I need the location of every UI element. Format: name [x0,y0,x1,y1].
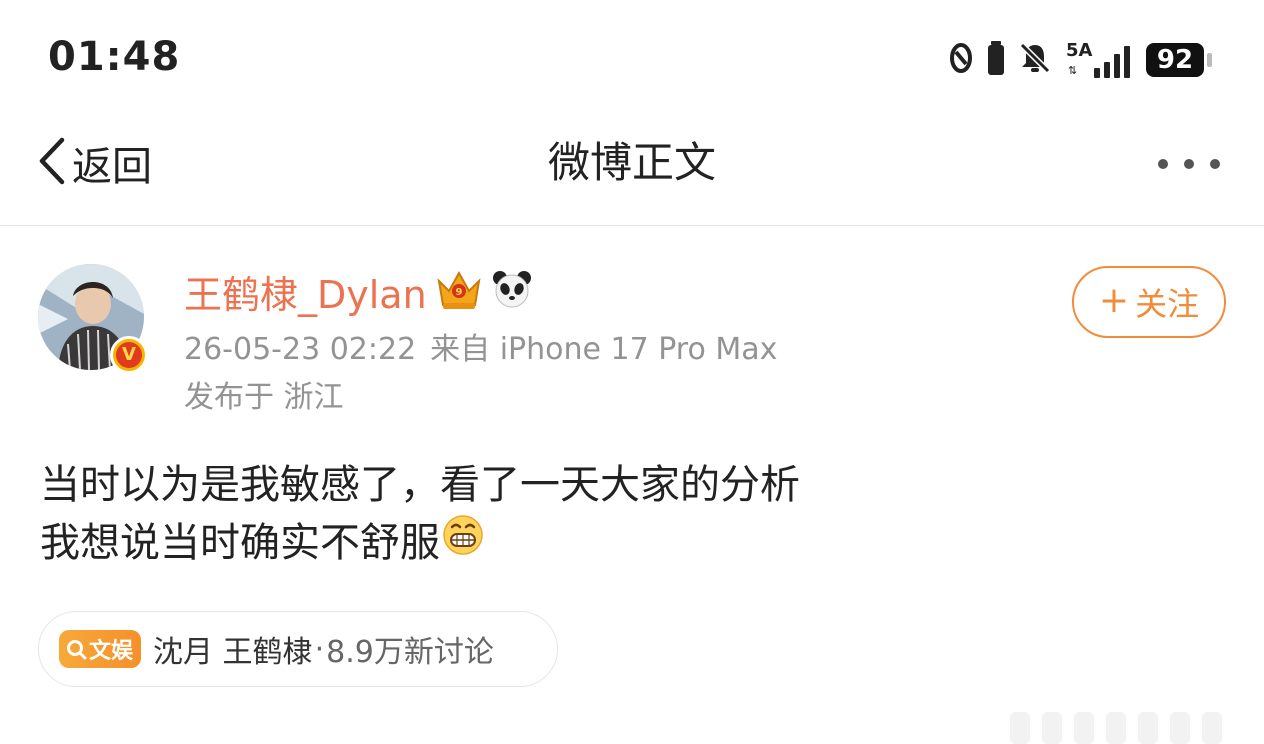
ghost-block [1042,712,1062,744]
post-text-line-2: 我想说当时确实不舒服 [40,520,440,566]
username[interactable]: 王鹤棣_Dylan [184,264,427,319]
post-text-line-1: 当时以为是我敏感了，看了一天大家的分析 [40,462,800,508]
post-text-line: 当时以为是我敏感了，看了一天大家的分析 [40,456,800,514]
battery-icon: 92 [1146,43,1212,77]
mute-bell-icon [1018,41,1052,79]
search-icon [67,640,87,660]
grinning-face-icon [442,514,484,572]
post-location: 发布于 浙江 [184,380,344,415]
network-type: 5A [1066,40,1093,61]
status-icons: 5A ⇅ 92 [948,38,1212,82]
topic-name: 沈月 王鹤棣 [153,635,313,670]
svg-text:9: 9 [455,287,462,298]
avatar[interactable]: V [38,264,148,374]
post-content: 当时以为是我敏感了，看了一天大家的分析 我想说当时确实不舒服 [40,456,800,572]
status-bar: 01:48 5A ⇅ 92 [0,0,1264,118]
dot [1158,159,1168,169]
post-text-line: 我想说当时确实不舒服 [40,514,800,572]
bottom-fade [1010,712,1264,744]
panda-icon [491,268,533,314]
post-meta: 26-05-23 02:22 来自 iPhone 17 Pro Max [184,330,777,370]
topic-tag-label: 文娱 [89,639,134,664]
dot [1210,159,1220,169]
username-row: 王鹤棣_Dylan 9 [184,264,533,318]
battery-cap [1207,53,1212,67]
ghost-block [1074,712,1094,744]
verified-badge: V [110,336,148,374]
topic-tag: 文娱 [59,630,142,668]
follow-button[interactable]: + 关注 [1072,266,1226,338]
topic-count: 8.9万新讨论 [326,635,494,670]
data-arrows-icon: ⇅ [1068,64,1078,77]
ghost-block [1202,712,1222,744]
page-title: 微博正文 [547,138,716,187]
dot [1184,159,1194,169]
ghost-block [1170,712,1190,744]
battery-level: 92 [1146,43,1204,77]
link-icon [948,40,974,80]
crown-icon[interactable]: 9 [435,267,483,315]
signal-icon: 5A ⇅ [1066,40,1132,80]
verified-badge-label: V [116,342,142,368]
plus-icon: + [1098,279,1130,321]
status-time: 01:48 [48,34,181,80]
post-source: 来自 iPhone 17 Pro Max [430,332,778,367]
nav-bar: 返回 微博正文 [0,118,1264,226]
ghost-block [1106,712,1126,744]
ghost-block [1138,712,1158,744]
topic-separator: · [314,631,325,667]
ghost-block [1010,712,1030,744]
more-dots-icon[interactable] [1158,144,1220,184]
battery-saver-icon [988,41,1004,79]
post-timestamp: 26-05-23 02:22 [184,332,417,367]
follow-label: 关注 [1135,285,1200,323]
topic-chip[interactable]: 文娱 沈月 王鹤棣 · 8.9万新讨论 [38,611,558,687]
